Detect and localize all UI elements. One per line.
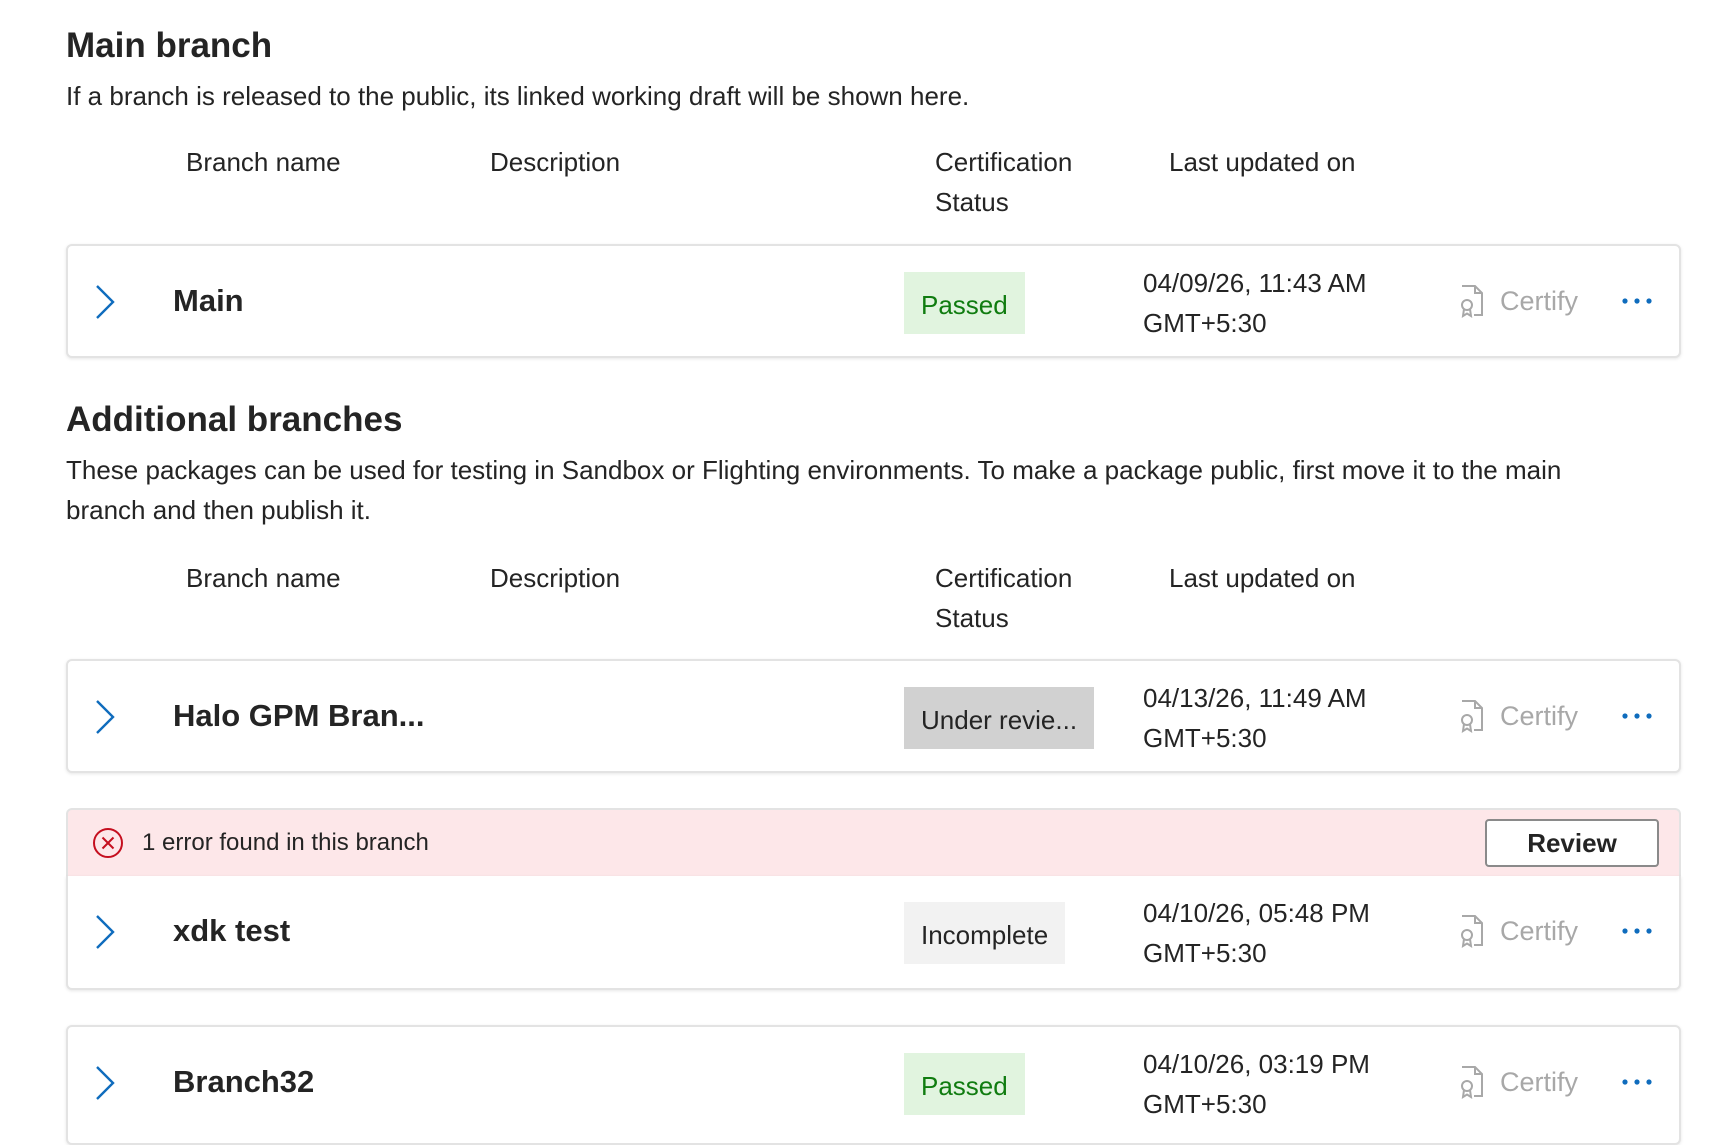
status-badge: Passed [904, 272, 1025, 334]
more-horizontal-icon [1622, 928, 1652, 934]
last-updated-date: 04/10/26, 05:48 PM [1143, 898, 1370, 928]
col-branch-name: Branch name [186, 563, 341, 593]
branch-name: xdk test [173, 913, 291, 948]
additional-branches-title: Additional branches [66, 400, 403, 439]
status-badge: Passed [904, 1053, 1025, 1115]
error-banner: 1 error found in this branch Review [66, 808, 1681, 878]
chevron-right-icon[interactable] [92, 699, 118, 735]
main-branch-description: If a branch is released to the public, i… [66, 81, 970, 111]
col-cert-line2: Status [935, 187, 1009, 217]
col-last-updated: Last updated on [1169, 147, 1356, 177]
branch-row: Branch32 Passed 04/10/26, 03:19 PM GMT+5… [66, 1025, 1681, 1145]
last-updated: 04/10/26, 05:48 PM GMT+5:30 [1143, 893, 1370, 973]
last-updated: 04/10/26, 03:19 PM GMT+5:30 [1143, 1044, 1370, 1124]
chevron-right-icon[interactable] [92, 1065, 118, 1101]
last-updated-date: 04/13/26, 11:49 AM [1143, 683, 1367, 713]
certify-button[interactable]: Certify [1458, 876, 1578, 986]
certify-button[interactable]: Certify [1458, 1027, 1578, 1137]
branch-row-main: Main Passed 04/09/26, 11:43 AM GMT+5:30 … [66, 244, 1681, 358]
col-description: Description [490, 147, 621, 177]
additional-description-line2: branch and then publish it. [66, 495, 371, 525]
col-last-updated: Last updated on [1169, 563, 1356, 593]
more-options-button[interactable] [1621, 876, 1653, 986]
certificate-icon [1461, 915, 1483, 948]
more-options-button[interactable] [1621, 661, 1653, 771]
more-options-button[interactable] [1621, 1027, 1653, 1137]
col-cert-line1: Certification [935, 563, 1073, 593]
last-updated-timezone: GMT+5:30 [1143, 1089, 1267, 1119]
more-horizontal-icon [1622, 298, 1652, 304]
certify-label: Certify [1500, 1066, 1579, 1097]
col-cert-line1: Certification [935, 147, 1073, 177]
last-updated-date: 04/09/26, 11:43 AM [1143, 268, 1367, 298]
status-badge: Under revie... [904, 687, 1095, 749]
more-horizontal-icon [1622, 1079, 1652, 1085]
certify-label: Certify [1500, 700, 1579, 731]
error-message: 1 error found in this branch [142, 829, 429, 856]
last-updated-timezone: GMT+5:30 [1143, 938, 1267, 968]
additional-description-line1: These packages can be used for testing i… [66, 455, 1562, 485]
more-horizontal-icon [1622, 713, 1652, 719]
status-badge: Incomplete [904, 902, 1066, 964]
branch-row: Halo GPM Bran... Under revie... 04/13/26… [66, 659, 1681, 773]
branch-name: Main [173, 283, 244, 318]
certify-label: Certify [1500, 915, 1579, 946]
main-branch-title: Main branch [66, 26, 273, 65]
review-button[interactable]: Review [1485, 819, 1659, 867]
certify-button[interactable]: Certify [1458, 246, 1578, 356]
branch-name: Branch32 [173, 1064, 315, 1099]
last-updated-timezone: GMT+5:30 [1143, 308, 1267, 338]
last-updated: 04/09/26, 11:43 AM GMT+5:30 [1143, 263, 1367, 343]
certify-label: Certify [1500, 285, 1579, 316]
last-updated-timezone: GMT+5:30 [1143, 723, 1267, 753]
chevron-right-icon[interactable] [92, 914, 118, 950]
last-updated-date: 04/10/26, 03:19 PM [1143, 1049, 1370, 1079]
col-certification-status: Certification Status [935, 558, 1072, 638]
additional-branches-description: These packages can be used for testing i… [66, 450, 1561, 530]
chevron-right-icon[interactable] [92, 284, 118, 320]
certificate-icon [1461, 285, 1483, 318]
certificate-icon [1461, 1066, 1483, 1099]
col-description: Description [490, 563, 621, 593]
col-branch-name: Branch name [186, 147, 341, 177]
more-options-button[interactable] [1621, 246, 1653, 356]
branch-row: xdk test Incomplete 04/10/26, 05:48 PM G… [66, 876, 1681, 990]
col-cert-line2: Status [935, 603, 1009, 633]
certify-button[interactable]: Certify [1458, 661, 1578, 771]
error-circle-icon [93, 828, 123, 858]
certificate-icon [1461, 700, 1483, 733]
col-certification-status: Certification Status [935, 142, 1072, 222]
last-updated: 04/13/26, 11:49 AM GMT+5:30 [1143, 678, 1367, 758]
branch-name: Halo GPM Bran... [173, 698, 425, 733]
